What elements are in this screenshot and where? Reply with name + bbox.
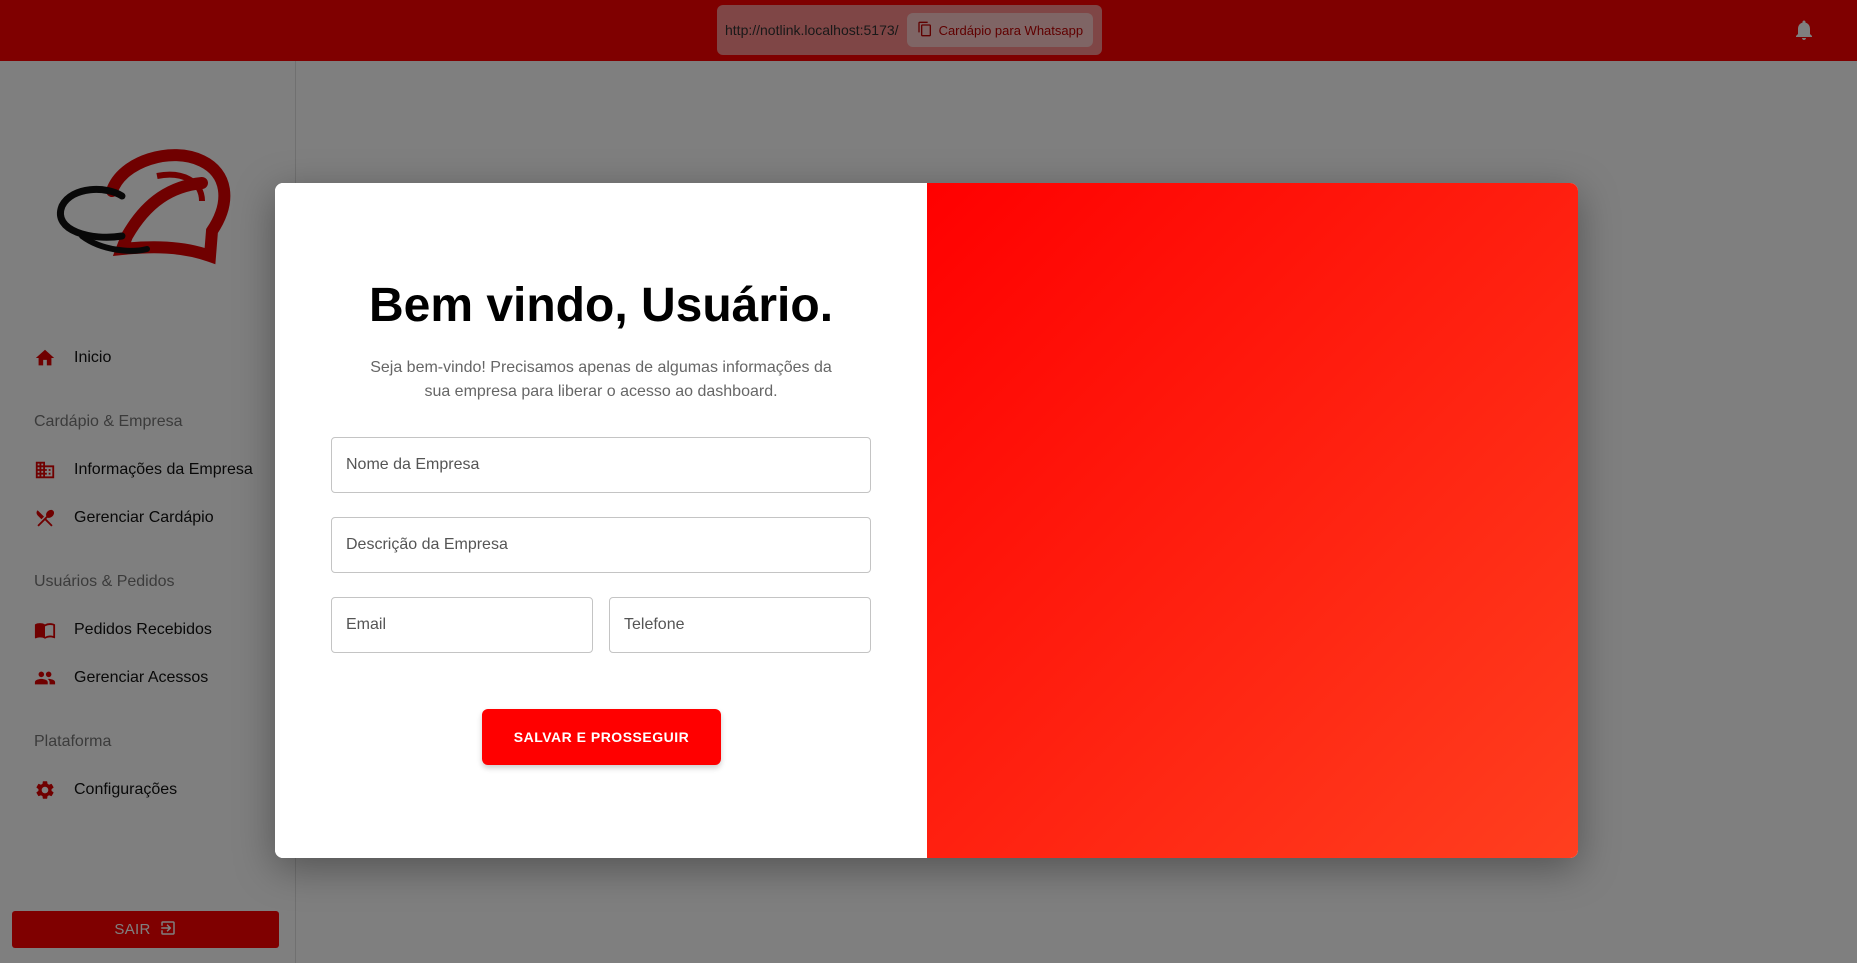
company-name-field[interactable] (331, 437, 871, 493)
phone-input[interactable] (610, 598, 870, 652)
modal-title: Bem vindo, Usuário. (368, 279, 834, 332)
company-name-input[interactable] (332, 438, 870, 492)
company-description-input[interactable] (332, 518, 870, 572)
decorative-gradient-panel (927, 183, 1578, 858)
save-and-continue-button[interactable]: SALVAR E PROSSEGUIR (482, 709, 721, 765)
email-input[interactable] (332, 598, 592, 652)
email-field[interactable] (331, 597, 593, 653)
onboarding-form-panel: Bem vindo, Usuário. Seja bem-vindo! Prec… (275, 183, 927, 858)
company-description-field[interactable] (331, 517, 871, 573)
modal-subtitle: Seja bem-vindo! Precisamos apenas de alg… (370, 359, 832, 400)
onboarding-modal: Bem vindo, Usuário. Seja bem-vindo! Prec… (275, 183, 1578, 858)
phone-field[interactable] (609, 597, 871, 653)
